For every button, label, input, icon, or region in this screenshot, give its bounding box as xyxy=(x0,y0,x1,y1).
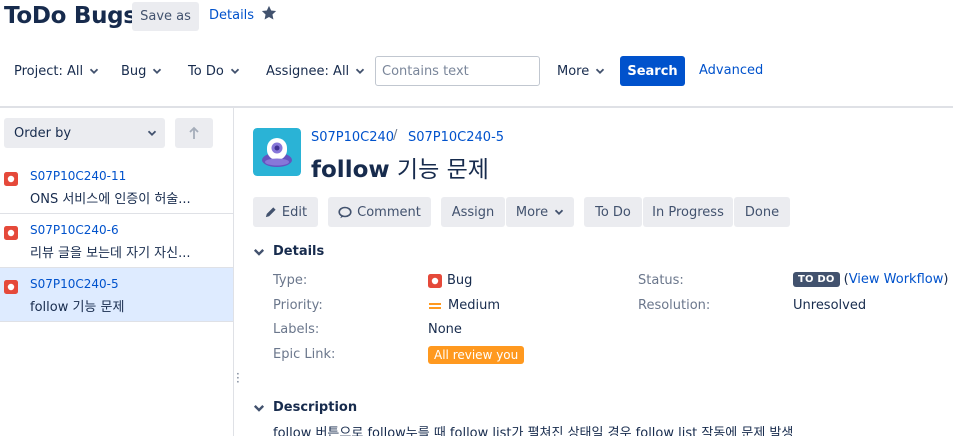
arrow-up-icon xyxy=(189,126,199,139)
bug-icon xyxy=(4,172,18,186)
description-heading: Description xyxy=(273,400,358,415)
star-icon[interactable] xyxy=(260,4,278,22)
panel-resize-handle[interactable]: · · · xyxy=(236,368,240,388)
status-label: Status: xyxy=(638,273,684,288)
labels-label: Labels: xyxy=(273,322,320,337)
type-filter[interactable]: Bug xyxy=(121,56,162,86)
comment-button-label: Comment xyxy=(357,204,421,220)
description-text: follow 버튼으로 follow누를 때 follow list가 펼쳐진 … xyxy=(273,426,794,436)
issue-title-rest: 기능 문제 xyxy=(389,157,489,183)
chevron-down-icon xyxy=(153,68,162,74)
search-button[interactable]: Search xyxy=(620,56,685,86)
project-filter[interactable]: Project: All xyxy=(14,56,99,86)
type-filter-label: Bug xyxy=(121,63,147,79)
priority-medium-icon xyxy=(429,302,441,309)
assignee-filter[interactable]: Assignee: All xyxy=(266,56,365,86)
resolution-label: Resolution: xyxy=(638,298,711,313)
epic-link-label: Epic Link: xyxy=(273,347,336,362)
list-item[interactable]: S07P10C240-11 ONS 서비스에 인증이 허술... xyxy=(0,160,233,214)
issue-summary: follow 기능 문제 xyxy=(30,300,125,315)
edit-button-label: Edit xyxy=(281,204,308,220)
details-section-toggle[interactable]: Details xyxy=(253,244,324,259)
type-value-text: Bug xyxy=(447,273,473,288)
issue-list: S07P10C240-11 ONS 서비스에 인증이 허술... S07P10C… xyxy=(0,160,233,322)
chevron-down-icon xyxy=(554,209,564,215)
advanced-search-link[interactable]: Advanced xyxy=(699,63,763,78)
order-by-dropdown[interactable]: Order by xyxy=(4,118,165,148)
status-value: TO DO ( View Workflow ) xyxy=(793,272,948,287)
type-value: Bug xyxy=(428,273,472,288)
breadcrumb-issue[interactable]: S07P10C240-5 xyxy=(408,130,504,145)
project-filter-label: Project: All xyxy=(14,63,84,79)
issue-summary: 리뷰 글을 보는데 자기 자신... xyxy=(30,246,191,261)
pencil-icon xyxy=(265,206,276,217)
epic-lozenge[interactable]: All review you xyxy=(428,346,525,364)
list-item[interactable]: S07P10C240-6 리뷰 글을 보는데 자기 자신... xyxy=(0,214,233,268)
issue-key: S07P10C240-11 xyxy=(30,169,127,183)
assign-button[interactable]: Assign xyxy=(441,197,505,227)
page-title: ToDo Bugs xyxy=(4,3,137,29)
description-section-toggle[interactable]: Description xyxy=(253,400,357,415)
breadcrumb-project[interactable]: S07P10C240 xyxy=(311,130,394,145)
more-actions-button[interactable]: More xyxy=(506,197,574,227)
status-lozenge: TO DO xyxy=(793,272,840,287)
contains-text-input[interactable] xyxy=(375,56,540,86)
epic-link-value: All review you xyxy=(428,346,525,364)
more-actions-label: More xyxy=(515,204,549,220)
bug-icon xyxy=(428,273,442,288)
labels-value: None xyxy=(428,322,462,337)
bug-icon xyxy=(4,280,18,294)
priority-label: Priority: xyxy=(273,298,323,313)
workflow-paren-close: ) xyxy=(943,272,949,287)
edit-button[interactable]: Edit xyxy=(253,197,318,227)
chevron-down-icon xyxy=(356,68,365,74)
save-as-button[interactable]: Save as xyxy=(132,2,199,31)
status-filter-label: To Do xyxy=(188,63,224,79)
comment-icon xyxy=(338,206,352,218)
sort-direction-button[interactable] xyxy=(175,118,213,148)
view-workflow-link[interactable]: View Workflow xyxy=(849,272,944,287)
done-transition-button[interactable]: Done xyxy=(734,197,790,227)
status-filter[interactable]: To Do xyxy=(188,56,240,86)
chevron-down-icon xyxy=(253,248,265,256)
filter-bar: Project: All Bug To Do Assignee: All Mor… xyxy=(0,56,953,86)
type-label: Type: xyxy=(273,273,308,288)
assignee-filter-label: Assignee: All xyxy=(266,63,350,79)
bug-icon xyxy=(4,226,18,240)
chevron-down-icon xyxy=(230,68,239,74)
resolution-value: Unresolved xyxy=(793,298,867,313)
todo-transition-button[interactable]: To Do xyxy=(584,197,642,227)
in-progress-transition-button[interactable]: In Progress xyxy=(643,197,733,227)
breadcrumb-separator: / xyxy=(393,128,398,143)
priority-value-text: Medium xyxy=(448,298,500,313)
chevron-down-icon xyxy=(147,130,157,136)
more-filters-button[interactable]: More xyxy=(557,56,605,86)
chevron-down-icon xyxy=(253,404,265,412)
issue-title: follow 기능 문제 xyxy=(311,150,489,184)
details-link[interactable]: Details xyxy=(209,8,254,23)
details-heading: Details xyxy=(273,244,325,259)
list-item-selected[interactable]: S07P10C240-5 follow 기능 문제 xyxy=(0,268,233,322)
issue-list-panel: Order by S07P10C240-11 ONS 서비스에 인증이 허술..… xyxy=(0,108,234,436)
issue-title-main: follow xyxy=(311,157,390,183)
chevron-down-icon xyxy=(596,68,605,74)
issue-key: S07P10C240-5 xyxy=(30,277,119,291)
comment-button[interactable]: Comment xyxy=(328,197,431,227)
project-avatar xyxy=(253,128,301,176)
page-header: ToDo Bugs Save as Details xyxy=(0,0,953,36)
more-filters-label: More xyxy=(557,63,590,79)
issue-key: S07P10C240-6 xyxy=(30,223,119,237)
priority-value: Medium xyxy=(428,298,500,313)
issue-summary: ONS 서비스에 인증이 허술... xyxy=(30,192,191,207)
chevron-down-icon xyxy=(89,68,99,74)
order-by-label: Order by xyxy=(14,125,72,141)
